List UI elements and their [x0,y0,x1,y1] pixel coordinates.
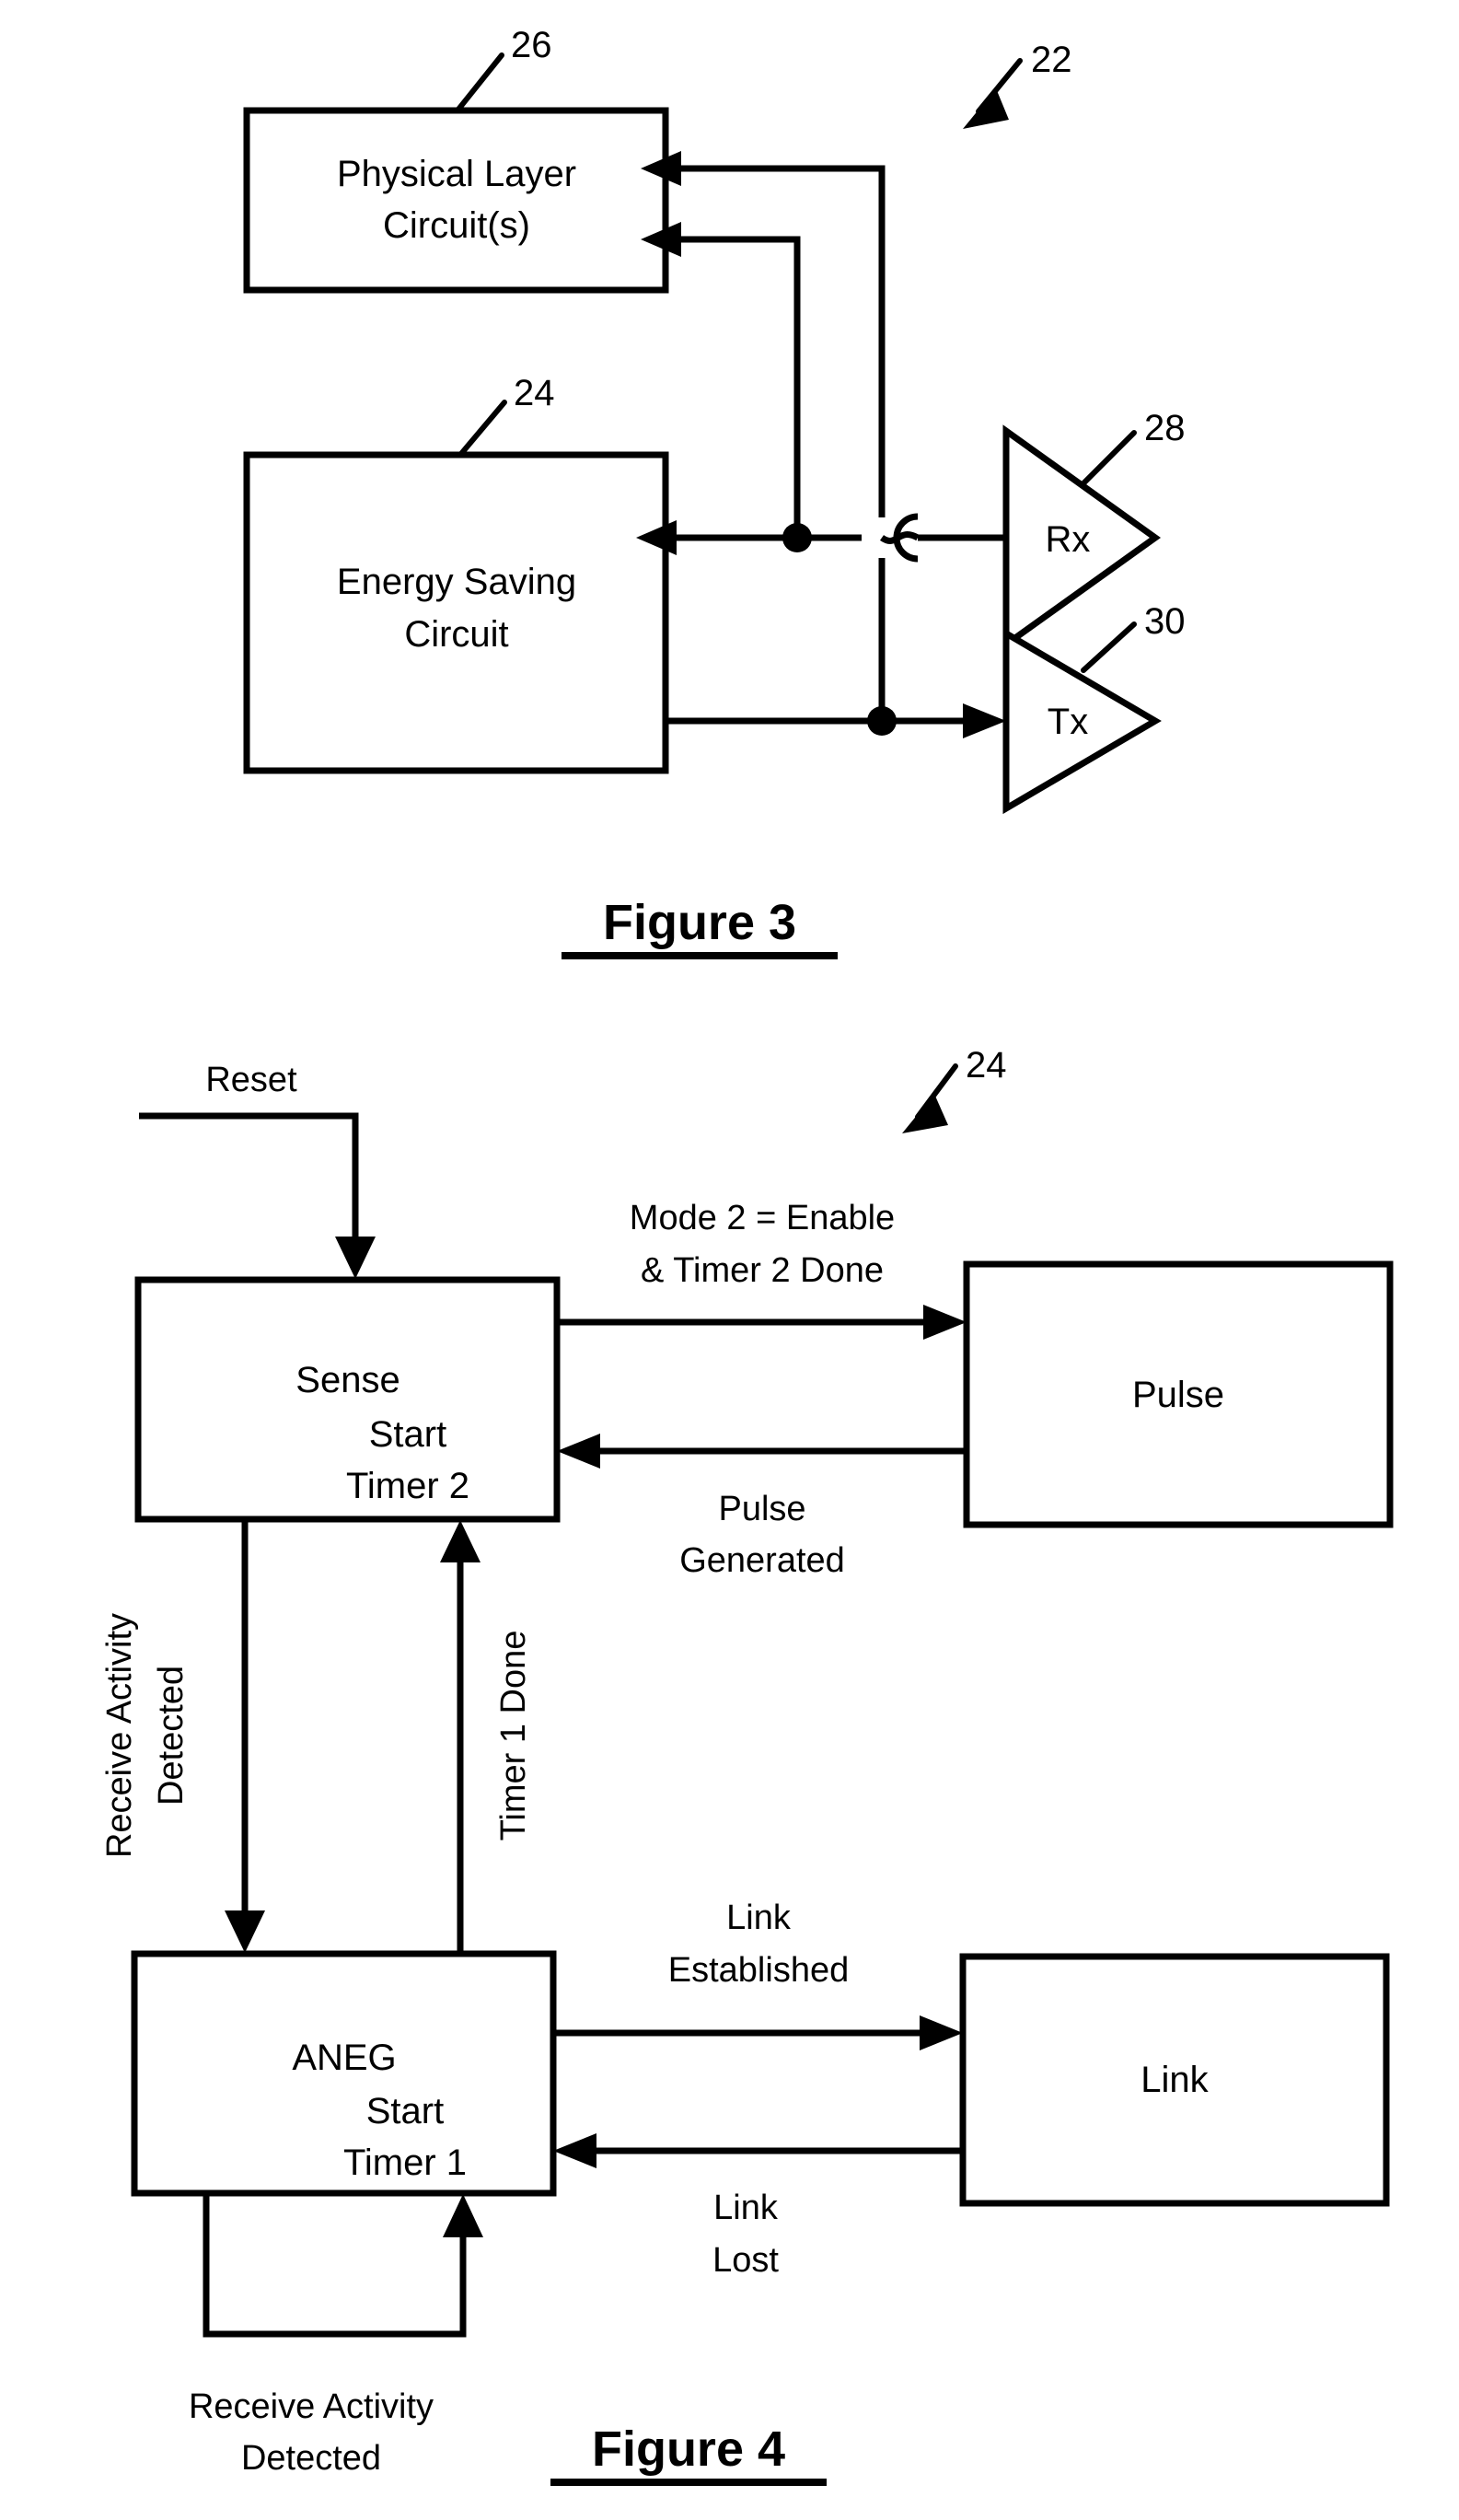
figure-4-caption-text: Figure 4 [592,2421,785,2477]
pulse-state-title: Pulse [1132,1375,1224,1415]
reference-30-callout: 30 [1081,601,1186,673]
sense-to-pulse-label-line1: Mode 2 = Enable [630,1199,895,1237]
reference-24-callout-fig3: 24 [457,373,555,458]
tx-amplifier: Tx [1002,627,1162,815]
transition-sense-to-aneg: Receive Activity Detected [100,1519,265,1953]
pulse-state-box: Pulse [963,1260,1394,1528]
transition-pulse-to-sense: Pulse Generated [557,1434,967,1580]
figure-3-caption: Figure 3 [562,895,838,959]
figure-3-group: 22 Physical Layer Circuit(s) 26 Energy S… [243,25,1186,959]
aneg-self-label-line2: Detected [241,2439,381,2478]
physical-layer-label-line2: Circuit(s) [383,205,530,246]
transition-sense-to-pulse: Mode 2 = Enable & Timer 2 Done [557,1199,967,1340]
aneg-to-sense-label-line1: Timer 1 Done [494,1631,533,1841]
aneg-state-action-line1: Start [366,2091,444,2131]
rx-amplifier: Rx [1002,424,1162,651]
reference-28-label: 28 [1144,408,1186,448]
physical-layer-block: Physical Layer Circuit(s) [243,107,669,294]
energy-saving-label-line1: Energy Saving [337,562,576,602]
patent-drawing-page: 22 Physical Layer Circuit(s) 26 Energy S… [0,0,1459,2520]
sense-state-title: Sense [295,1360,399,1400]
energy-saving-block: Energy Saving Circuit [243,451,669,774]
reset-label: Reset [205,1061,297,1099]
rx-signal-path [636,222,1006,563]
pulse-to-sense-label-line2: Generated [679,1541,845,1580]
transition-aneg-self-loop: Receive Activity Detected [189,2193,483,2478]
reference-24-label-fig3: 24 [514,373,555,413]
reference-26-label: 26 [511,25,552,65]
rx-amplifier-label: Rx [1046,519,1091,560]
sense-state-box: Sense Start Timer 2 [134,1276,561,1523]
aneg-state-title: ANEG [292,2038,396,2078]
sense-state-action-line1: Start [369,1414,446,1455]
transition-link-to-aneg: Link Lost [553,2133,963,2280]
link-to-aneg-label-line2: Lost [712,2241,779,2280]
reset-input: Reset [139,1061,376,1279]
sense-state-action-line2: Timer 2 [346,1466,469,1506]
aneg-state-action-line2: Timer 1 [343,2143,467,2183]
link-state-title: Link [1141,2060,1209,2100]
reference-22-callout: 22 [963,40,1072,129]
figures-canvas: 22 Physical Layer Circuit(s) 26 Energy S… [100,25,1394,2486]
tx-amplifier-label: Tx [1048,702,1088,742]
figure-4-group: 24 Reset Sense Start Timer 2 Pulse ANEG … [100,1045,1394,2486]
reference-24-label-fig4: 24 [966,1045,1007,1086]
aneg-to-link-label-line1: Link [726,1899,792,1937]
reference-28-callout: 28 [1081,408,1186,486]
transition-aneg-to-link: Link Established [553,1899,963,2050]
figure-4-caption: Figure 4 [550,2421,827,2486]
sense-to-aneg-label-line1: Receive Activity [100,1613,139,1858]
sense-to-aneg-label-line2: Detected [152,1666,191,1806]
reference-30-label: 30 [1144,601,1186,642]
physical-layer-label-line1: Physical Layer [337,154,576,194]
sense-to-pulse-label-line2: & Timer 2 Done [641,1251,884,1290]
energy-saving-label-line2: Circuit [404,614,508,655]
reference-26-callout: 26 [455,25,552,113]
link-state-box: Link [959,1953,1390,2207]
aneg-self-label-line1: Receive Activity [189,2387,434,2426]
reference-24-callout-fig4: 24 [902,1045,1007,1133]
aneg-to-link-label-line2: Established [668,1951,849,1990]
transition-aneg-to-sense: Timer 1 Done [440,1520,533,1954]
link-to-aneg-label-line1: Link [713,2189,779,2227]
reference-22-label: 22 [1031,40,1072,80]
figure-3-caption-text: Figure 3 [603,895,796,950]
aneg-state-box: ANEG Start Timer 1 [131,1950,557,2197]
pulse-to-sense-label-line1: Pulse [718,1490,805,1528]
